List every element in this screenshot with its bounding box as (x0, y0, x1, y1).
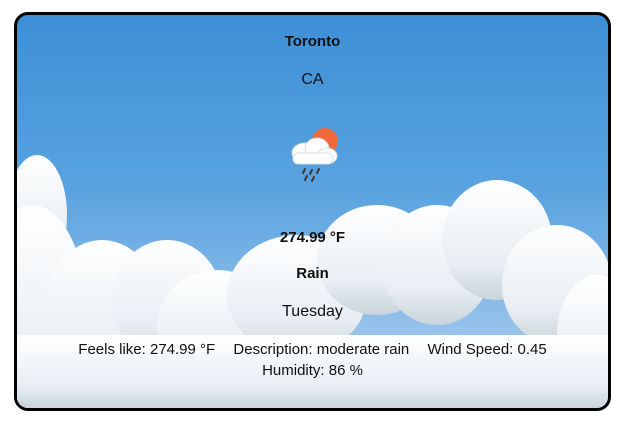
description: Description: moderate rain (233, 341, 410, 358)
rain-cloud-sun-icon (291, 128, 338, 182)
day-of-week: Tuesday (282, 303, 343, 320)
weather-condition: Rain (296, 265, 329, 282)
humidity: Humidity: 86 % (262, 362, 363, 379)
weather-details: Feels like: 274.99 °F Description: moder… (17, 339, 608, 381)
wind-speed: Wind Speed: 0.45 (427, 341, 547, 358)
feels-like: Feels like: 274.99 °F (78, 341, 216, 358)
country-code: CA (301, 71, 324, 88)
weather-card: Toronto CA 274.99 °F Rain Tuesday Feels … (14, 12, 611, 411)
city-name: Toronto (284, 33, 341, 50)
temperature: 274.99 °F (279, 229, 346, 246)
